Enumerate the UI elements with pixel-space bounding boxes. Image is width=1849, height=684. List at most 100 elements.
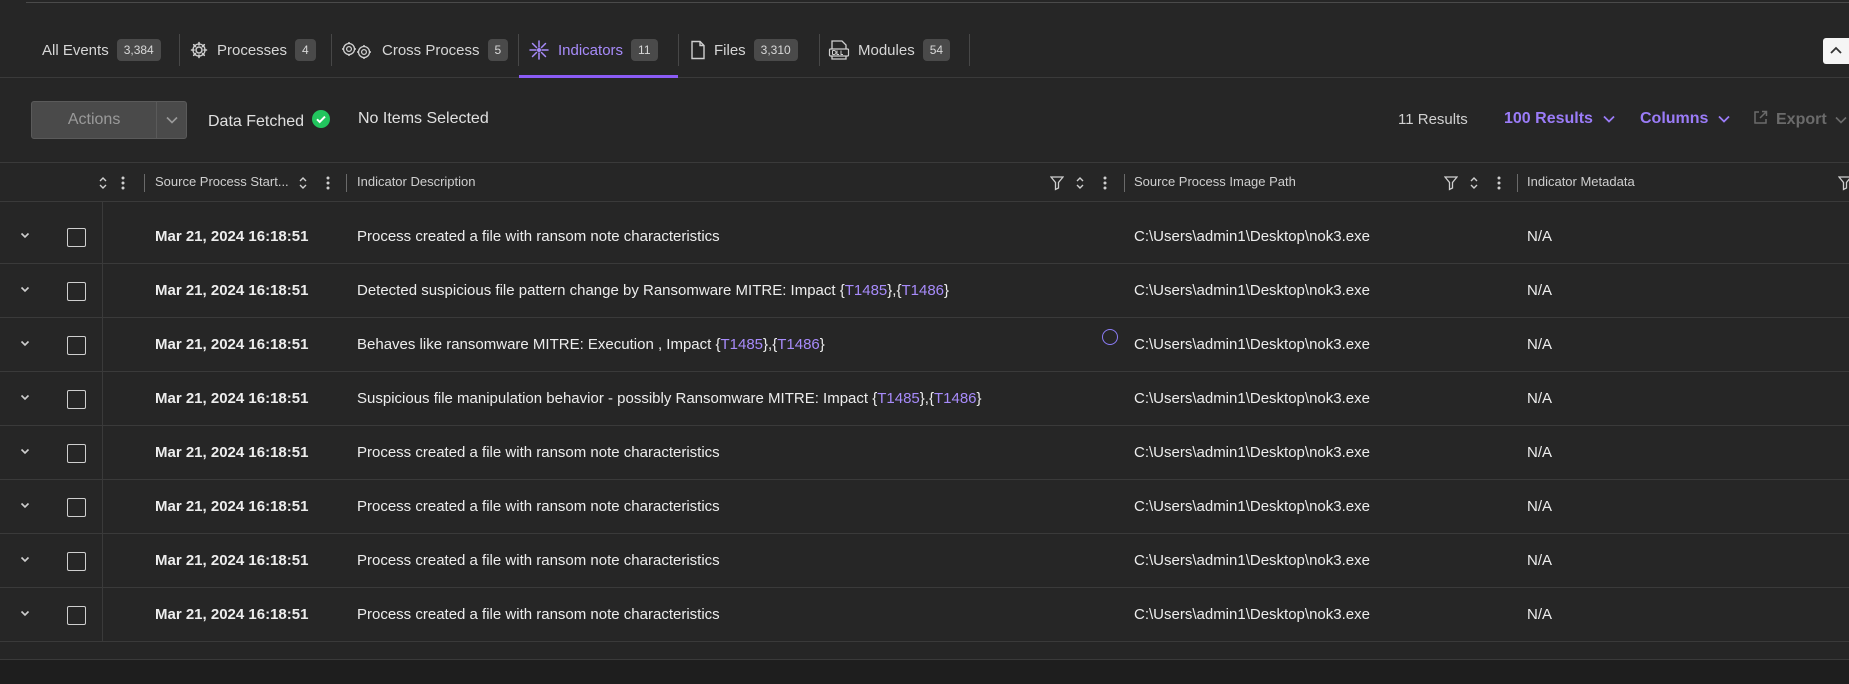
filter-icon[interactable] bbox=[1049, 175, 1065, 196]
description-text: Process created a file with ransom note … bbox=[357, 606, 720, 623]
metadata-cell: N/A bbox=[1527, 282, 1553, 299]
column-divider[interactable] bbox=[1124, 174, 1125, 192]
expand-chevron-icon[interactable] bbox=[18, 282, 32, 301]
description-separator: },{ bbox=[919, 390, 934, 407]
row-checkbox[interactable] bbox=[67, 282, 86, 301]
table-row[interactable]: Mar 21, 2024 16:18:51 Process created a … bbox=[0, 426, 1849, 480]
column-header-metadata[interactable]: Indicator Metadata bbox=[1527, 174, 1635, 189]
expand-chevron-icon[interactable] bbox=[18, 228, 32, 247]
description-suffix: } bbox=[976, 390, 982, 407]
tab-modules[interactable]: Modules 54 bbox=[828, 32, 951, 68]
column-header-description[interactable]: Indicator Description bbox=[357, 174, 476, 189]
row-checkbox[interactable] bbox=[67, 390, 86, 409]
description-suffix: } bbox=[944, 282, 950, 299]
tab-processes[interactable]: Processes 4 bbox=[189, 32, 316, 68]
chevron-down-icon bbox=[156, 102, 186, 138]
table-row[interactable]: Mar 21, 2024 16:18:51 Process created a … bbox=[0, 588, 1849, 642]
count-badge: 11 bbox=[631, 39, 658, 61]
expand-chevron-icon[interactable] bbox=[18, 390, 32, 409]
cursor-indicator-icon bbox=[1102, 329, 1118, 345]
description-cell: Suspicious file manipulation behavior - … bbox=[357, 390, 982, 407]
sort-icon[interactable] bbox=[298, 175, 308, 196]
expand-chevron-icon[interactable] bbox=[18, 336, 32, 355]
column-menu-icon[interactable] bbox=[325, 175, 331, 196]
filter-icon[interactable] bbox=[1837, 175, 1849, 196]
tab-divider bbox=[969, 34, 970, 66]
tab-all-events[interactable]: All Events 3,384 bbox=[42, 32, 161, 68]
sort-icon[interactable] bbox=[1075, 175, 1085, 196]
selection-status: No Items Selected bbox=[358, 110, 489, 127]
row-checkbox[interactable] bbox=[67, 498, 86, 517]
column-divider[interactable] bbox=[144, 174, 145, 192]
tab-divider bbox=[179, 34, 180, 66]
mitre-link-t1485[interactable]: T1485 bbox=[845, 282, 888, 299]
double-gear-icon bbox=[340, 40, 374, 60]
sort-icon[interactable] bbox=[98, 175, 108, 196]
description-cell: Behaves like ransomware MITRE: Execution… bbox=[357, 336, 825, 353]
table-row[interactable]: Mar 21, 2024 16:18:51 Process created a … bbox=[0, 480, 1849, 534]
column-menu-icon[interactable] bbox=[1102, 175, 1108, 196]
expand-chevron-icon[interactable] bbox=[18, 444, 32, 463]
tab-indicators[interactable]: Indicators 11 bbox=[528, 32, 658, 68]
chevron-up-icon bbox=[1829, 42, 1843, 60]
mitre-link-t1486[interactable]: T1486 bbox=[934, 390, 977, 407]
row-checkbox[interactable] bbox=[67, 606, 86, 625]
columns-dropdown[interactable]: Columns bbox=[1640, 110, 1731, 128]
column-divider[interactable] bbox=[346, 174, 347, 192]
description-text: Process created a file with ransom note … bbox=[357, 228, 720, 245]
description-separator: },{ bbox=[763, 336, 778, 353]
row-checkbox[interactable] bbox=[67, 444, 86, 463]
image-path-cell: C:\Users\admin1\Desktop\nok3.exe bbox=[1134, 282, 1370, 299]
column-divider[interactable] bbox=[1517, 174, 1518, 192]
horizontal-scrollbar[interactable] bbox=[0, 659, 1849, 684]
filter-icon[interactable] bbox=[1443, 175, 1459, 196]
metadata-cell: N/A bbox=[1527, 336, 1553, 353]
table-row[interactable]: Mar 21, 2024 16:18:51 Process created a … bbox=[0, 210, 1849, 264]
mitre-link-t1485[interactable]: T1485 bbox=[877, 390, 920, 407]
actions-dropdown-button[interactable]: Actions bbox=[31, 101, 187, 139]
column-menu-icon[interactable] bbox=[1496, 175, 1502, 196]
expand-chevron-icon[interactable] bbox=[18, 606, 32, 625]
spark-icon bbox=[528, 39, 550, 61]
tab-label: Cross Process bbox=[382, 41, 480, 59]
description-cell: Process created a file with ransom note … bbox=[357, 606, 720, 623]
row-checkbox[interactable] bbox=[67, 336, 86, 355]
table-row[interactable]: Mar 21, 2024 16:18:51 Behaves like ranso… bbox=[0, 318, 1849, 372]
start-time-cell: Mar 21, 2024 16:18:51 bbox=[155, 498, 309, 515]
description-cell: Process created a file with ransom note … bbox=[357, 552, 720, 569]
image-path-cell: C:\Users\admin1\Desktop\nok3.exe bbox=[1134, 390, 1370, 407]
sort-icon[interactable] bbox=[1469, 175, 1479, 196]
tab-cross-process[interactable]: Cross Process 5 bbox=[340, 32, 509, 68]
file-icon bbox=[690, 40, 706, 60]
column-menu-icon[interactable] bbox=[120, 175, 126, 196]
export-dropdown[interactable]: Export bbox=[1753, 110, 1847, 130]
gear-icon bbox=[189, 40, 209, 60]
export-icon bbox=[1753, 110, 1768, 130]
mitre-link-t1485[interactable]: T1485 bbox=[720, 336, 763, 353]
mitre-link-t1486[interactable]: T1486 bbox=[901, 282, 944, 299]
grid-toolbar: Actions Data Fetched No Items Selected 1… bbox=[0, 79, 1849, 162]
expand-chevron-icon[interactable] bbox=[18, 552, 32, 571]
tab-files[interactable]: Files 3,310 bbox=[690, 32, 798, 68]
start-time-cell: Mar 21, 2024 16:18:51 bbox=[155, 606, 309, 623]
row-checkbox[interactable] bbox=[67, 552, 86, 571]
metadata-cell: N/A bbox=[1527, 228, 1553, 245]
table-row[interactable]: Mar 21, 2024 16:18:51 Process created a … bbox=[0, 534, 1849, 588]
page-size-label: 100 Results bbox=[1504, 110, 1593, 127]
table-row[interactable]: Mar 21, 2024 16:18:51 Detected suspiciou… bbox=[0, 264, 1849, 318]
tab-divider bbox=[331, 34, 332, 66]
fetched-label: Data Fetched bbox=[208, 112, 305, 130]
event-type-tabs: All Events 3,384 Processes 4 Cross Proce… bbox=[0, 0, 1849, 78]
image-path-cell: C:\Users\admin1\Desktop\nok3.exe bbox=[1134, 498, 1370, 515]
row-checkbox[interactable] bbox=[67, 228, 86, 247]
table-row[interactable]: Mar 21, 2024 16:18:51 Suspicious file ma… bbox=[0, 372, 1849, 426]
column-header-start-time[interactable]: Source Process Start... bbox=[155, 174, 289, 189]
start-time-cell: Mar 21, 2024 16:18:51 bbox=[155, 282, 309, 299]
collapse-panel-button[interactable] bbox=[1823, 38, 1849, 64]
results-count: 11 Results bbox=[1398, 111, 1468, 128]
description-text: Suspicious file manipulation behavior - … bbox=[357, 390, 878, 407]
mitre-link-t1486[interactable]: T1486 bbox=[777, 336, 820, 353]
column-header-image-path[interactable]: Source Process Image Path bbox=[1134, 174, 1296, 189]
expand-chevron-icon[interactable] bbox=[18, 498, 32, 517]
page-size-dropdown[interactable]: 100 Results bbox=[1504, 110, 1615, 128]
